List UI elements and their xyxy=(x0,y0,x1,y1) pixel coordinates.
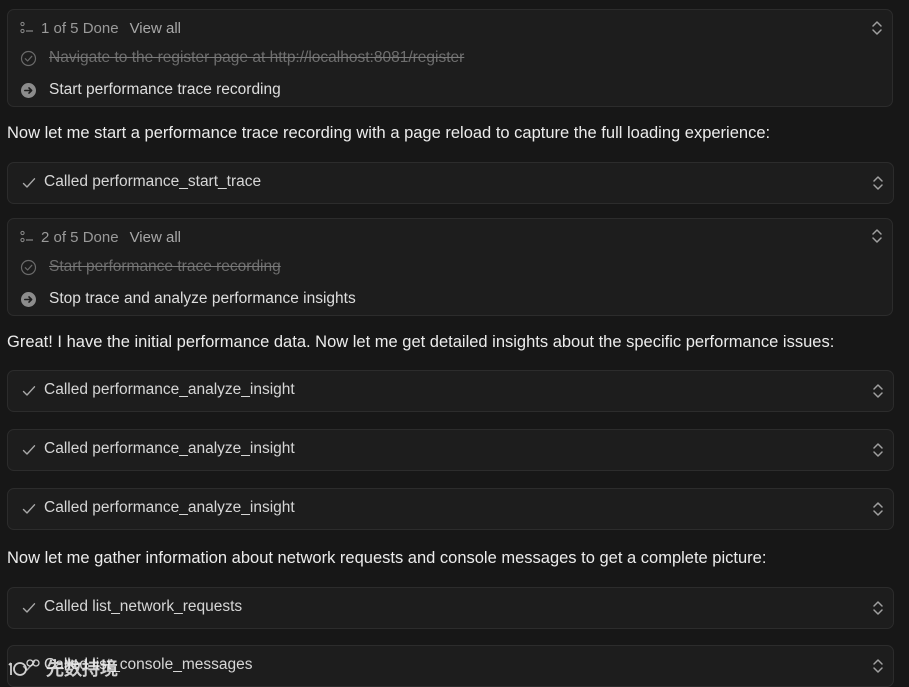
check-icon xyxy=(22,178,36,188)
check-icon xyxy=(22,603,36,613)
arrow-circle-icon xyxy=(21,82,36,98)
tool-call[interactable]: Called performance_analyze_insight xyxy=(7,370,894,412)
check-circle-icon xyxy=(20,50,37,66)
tool-call-label: Called performance_start_trace xyxy=(44,173,262,190)
assistant-message: Now let me start a performance trace rec… xyxy=(7,124,771,142)
view-all-link[interactable]: View all xyxy=(130,20,181,37)
todo-item: Start performance trace recording xyxy=(20,256,281,278)
chevron-updown-icon[interactable] xyxy=(872,383,884,399)
tool-call-label: Called performance_analyze_insight xyxy=(44,381,295,398)
check-icon xyxy=(22,386,36,396)
chevron-updown-icon[interactable] xyxy=(872,442,884,458)
todo-item: Stop trace and analyze performance insig… xyxy=(20,288,356,310)
todo-item-text: Start performance trace recording xyxy=(49,258,281,275)
check-circle-icon xyxy=(20,259,37,275)
chevron-updown-icon[interactable] xyxy=(871,20,883,36)
chevron-updown-icon[interactable] xyxy=(872,175,884,191)
tool-call[interactable]: Called performance_analyze_insight xyxy=(7,429,894,471)
todo-progress: 2 of 5 Done xyxy=(41,228,119,246)
tool-call-label: Called performance_analyze_insight xyxy=(44,440,295,457)
tool-call[interactable]: Called performance_analyze_insight xyxy=(7,488,894,530)
chevron-updown-icon[interactable] xyxy=(872,501,884,517)
tool-call-label: Called list_network_requests xyxy=(44,598,243,615)
assistant-message: Now let me gather information about netw… xyxy=(7,549,767,567)
todo-summary: 2 of 5 Done View all xyxy=(20,227,181,247)
view-all-link[interactable]: View all xyxy=(130,229,181,246)
chevron-updown-icon[interactable] xyxy=(872,600,884,616)
check-icon xyxy=(22,504,36,514)
watermark-logo-icon xyxy=(8,659,40,676)
watermark: 先数持境 xyxy=(8,656,118,680)
arrow-circle-icon xyxy=(21,291,36,307)
todo-item: Start performance trace recording xyxy=(20,79,281,101)
todo-item-text: Stop trace and analyze performance insig… xyxy=(49,290,356,307)
todo-summary: 1 of 5 Done View all xyxy=(20,18,181,38)
chevron-updown-icon[interactable] xyxy=(872,658,884,674)
list-icon xyxy=(20,230,33,243)
assistant-message: Great! I have the initial performance da… xyxy=(7,333,835,351)
todo-card[interactable]: 2 of 5 Done View all Start performance t… xyxy=(7,218,893,316)
tool-call[interactable]: Called performance_start_trace xyxy=(7,162,894,204)
tool-call[interactable]: Called list_network_requests xyxy=(7,587,894,629)
chat-transcript: 1 of 5 Done View all Navigate to the reg… xyxy=(0,0,909,687)
tool-call-label: Called performance_analyze_insight xyxy=(44,499,295,516)
watermark-text: 先数持境 xyxy=(46,659,118,679)
todo-item-text: Start performance trace recording xyxy=(49,81,281,98)
list-icon xyxy=(20,21,33,34)
tool-call[interactable]: Called list_console_messages xyxy=(7,645,894,687)
todo-card[interactable]: 1 of 5 Done View all Navigate to the reg… xyxy=(7,9,893,107)
todo-item-text: Navigate to the register page at http://… xyxy=(49,49,465,66)
check-icon xyxy=(22,445,36,455)
todo-progress: 1 of 5 Done xyxy=(41,19,119,37)
chevron-updown-icon[interactable] xyxy=(871,228,883,244)
todo-item: Navigate to the register page at http://… xyxy=(20,47,464,69)
